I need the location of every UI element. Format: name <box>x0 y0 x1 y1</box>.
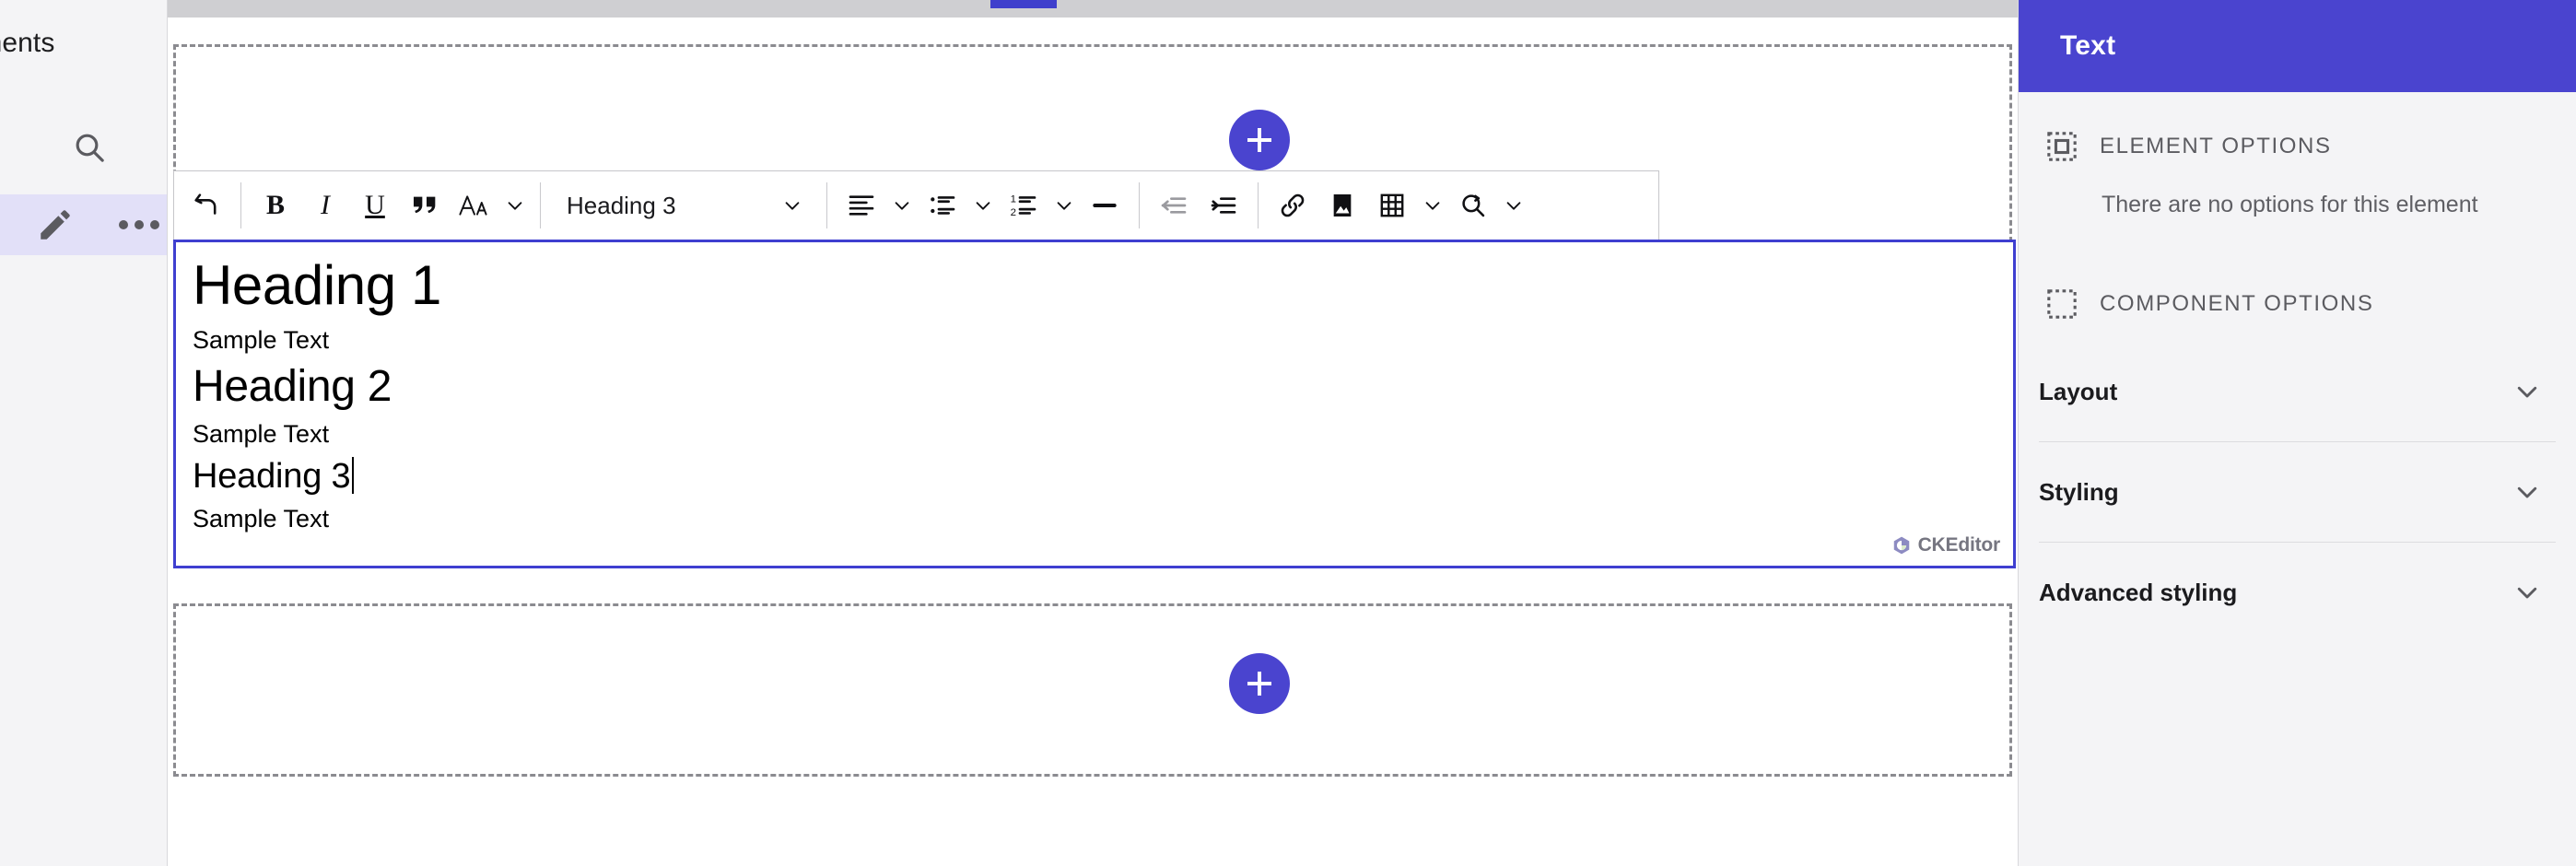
search-icon[interactable] <box>65 123 113 171</box>
document-paragraph-3[interactable]: Sample Text <box>193 503 2013 535</box>
canvas-top-band <box>168 0 2018 18</box>
canvas-area: B I U Heading 3 1 2 Heading 1 Sample Tex… <box>168 0 2018 866</box>
chevron-down-icon <box>2513 478 2541 506</box>
outdent-button[interactable] <box>1149 180 1199 231</box>
find-replace-chevron-down-icon[interactable] <box>1498 180 1529 231</box>
svg-text:1: 1 <box>1011 193 1016 205</box>
accordion-label-advanced-styling: Advanced styling <box>2039 578 2238 606</box>
dot <box>119 220 128 229</box>
right-properties-panel: Text ELEMENT OPTIONS There are no option… <box>2018 0 2576 866</box>
blockquote-button[interactable] <box>400 180 450 231</box>
italic-icon: I <box>321 190 330 220</box>
font-size-button[interactable] <box>450 180 499 231</box>
element-options-section-header: ELEMENT OPTIONS <box>2019 131 2576 162</box>
left-sidebar: ponents <box>0 0 168 866</box>
drop-zone-bottom[interactable] <box>173 603 2012 777</box>
element-options-empty-note: There are no options for this element <box>2102 192 2478 217</box>
pencil-icon[interactable] <box>28 197 83 252</box>
toolbar-separator <box>540 182 541 228</box>
document-heading-2[interactable]: Heading 2 <box>193 360 2013 414</box>
chevron-down-icon <box>2513 378 2541 405</box>
bold-button[interactable]: B <box>251 180 300 231</box>
plus-icon <box>1258 128 1261 152</box>
dot <box>135 220 144 229</box>
heading-style-dropdown[interactable]: Heading 3 <box>550 180 817 231</box>
right-panel-header: Text <box>2019 0 2576 92</box>
bulleted-list-button[interactable] <box>918 180 967 231</box>
underline-icon: U <box>365 190 385 220</box>
heading-chevron-down-icon <box>782 195 802 216</box>
right-panel-title: Text <box>2060 30 2116 61</box>
editor-content-area[interactable]: Heading 1 Sample Text Heading 2 Sample T… <box>173 240 2016 568</box>
insert-image-button[interactable] <box>1317 180 1367 231</box>
accordion-item-styling[interactable]: Styling <box>2019 442 2576 542</box>
toolbar-separator <box>240 182 241 228</box>
sidebar-item-selected[interactable] <box>0 194 167 255</box>
accordion-label-layout: Layout <box>2039 377 2118 405</box>
chevron-down-icon <box>2513 579 2541 606</box>
font-size-chevron-down-icon[interactable] <box>499 180 531 231</box>
component-options-icon <box>2046 288 2078 320</box>
underline-button[interactable]: U <box>350 180 400 231</box>
sidebar-search-row[interactable] <box>0 111 167 184</box>
ckeditor-watermark[interactable]: CKEditor <box>1891 534 2000 556</box>
svg-text:2: 2 <box>1011 207 1016 218</box>
element-options-label: ELEMENT OPTIONS <box>2100 134 2332 158</box>
text-cursor <box>352 456 355 494</box>
document-paragraph-1[interactable]: Sample Text <box>193 324 2013 357</box>
element-options-icon <box>2046 131 2078 162</box>
sidebar-title: ponents <box>0 28 55 58</box>
component-options-section-header: COMPONENT OPTIONS <box>2019 288 2576 320</box>
more-horizontal-icon[interactable] <box>114 200 164 250</box>
add-component-button-top[interactable] <box>1229 110 1290 170</box>
add-component-button-bottom[interactable] <box>1229 653 1290 714</box>
editor-app: ponents <box>0 0 2576 866</box>
toolbar-separator <box>1258 182 1259 228</box>
component-options-label: COMPONENT OPTIONS <box>2100 291 2374 316</box>
component-options-accordion: Layout Styling Advanced styling <box>2019 342 2576 642</box>
bulleted-list-chevron-down-icon[interactable] <box>967 180 999 231</box>
ckeditor-label: CKEditor <box>1917 534 2001 556</box>
undo-button[interactable] <box>181 180 231 231</box>
heading-style-value: Heading 3 <box>567 191 676 219</box>
accordion-item-layout[interactable]: Layout <box>2019 342 2576 441</box>
italic-button[interactable]: I <box>300 180 350 231</box>
plus-icon <box>1258 672 1261 696</box>
horizontal-line-button[interactable] <box>1080 180 1130 231</box>
document-heading-3-row: Heading 3 <box>193 451 2013 497</box>
numbered-list-chevron-down-icon[interactable] <box>1048 180 1080 231</box>
ckeditor-logo-icon <box>1891 535 1912 556</box>
toolbar-separator <box>826 182 827 228</box>
accordion-label-styling: Styling <box>2039 477 2119 506</box>
text-alignment-button[interactable] <box>837 180 886 231</box>
toolbar-separator <box>1139 182 1140 228</box>
numbered-list-button[interactable]: 1 2 <box>999 180 1048 231</box>
alignment-chevron-down-icon[interactable] <box>886 180 918 231</box>
table-chevron-down-icon[interactable] <box>1417 180 1448 231</box>
link-button[interactable] <box>1268 180 1317 231</box>
bold-icon: B <box>265 190 285 220</box>
accordion-item-advanced-styling[interactable]: Advanced styling <box>2019 543 2576 642</box>
editor-toolbar: B I U Heading 3 1 2 <box>173 170 1659 240</box>
canvas-tab-stub[interactable] <box>990 0 1057 8</box>
insert-table-button[interactable] <box>1367 180 1417 231</box>
document-paragraph-2[interactable]: Sample Text <box>193 418 2013 451</box>
dot <box>150 220 159 229</box>
document-heading-1[interactable]: Heading 1 <box>193 253 2013 319</box>
find-replace-button[interactable] <box>1448 180 1498 231</box>
indent-button[interactable] <box>1199 180 1248 231</box>
document-heading-3[interactable]: Heading 3 <box>193 455 351 497</box>
